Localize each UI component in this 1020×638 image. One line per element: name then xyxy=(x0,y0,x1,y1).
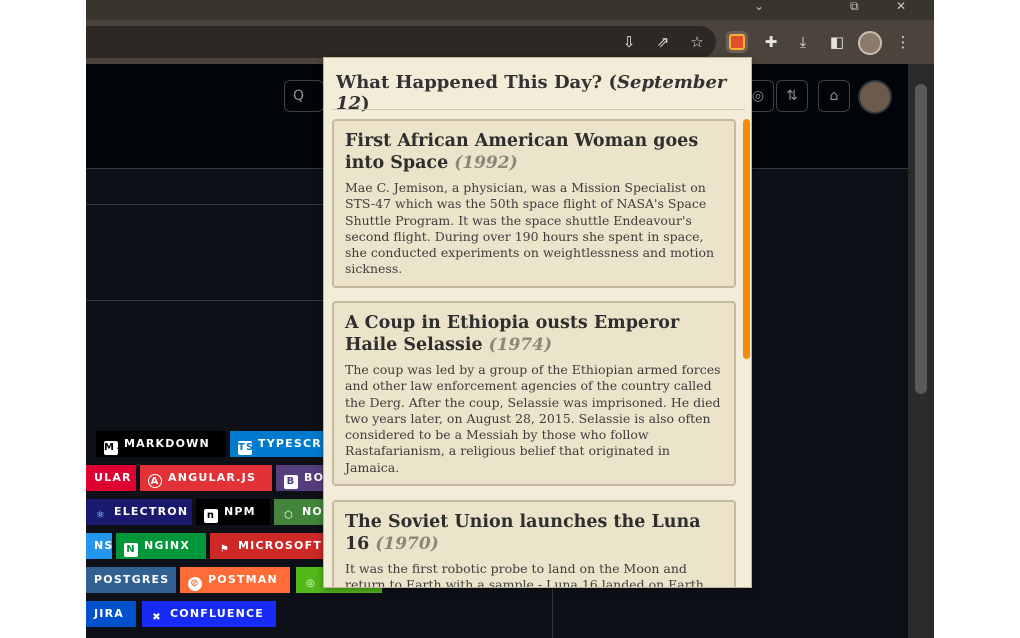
badge-label: MICROSOFT xyxy=(238,539,323,552)
badge-label: NS xyxy=(94,539,112,552)
event-card: First African American Woman goes into S… xyxy=(332,119,736,288)
badge-label: NO xyxy=(302,505,323,518)
badge-label: TYPESCR xyxy=(258,437,322,450)
nginx-icon: N xyxy=(124,543,138,557)
badge-label: MARKDOWN xyxy=(124,437,210,450)
divider xyxy=(332,109,745,110)
microsoft-icon: ⚑ xyxy=(219,544,231,555)
restore-icon[interactable]: ⧉ xyxy=(850,0,859,12)
inbox-icon[interactable]: ⌂ xyxy=(818,80,850,112)
event-title: The Soviet Union launches the Luna 16 (19… xyxy=(345,511,724,555)
event-description: Mae C. Jemison, a physician, was a Missi… xyxy=(345,180,715,277)
event-title-text: First African American Woman goes into S… xyxy=(345,131,699,173)
badge-markdown[interactable]: M↓MARKDOWN xyxy=(96,431,226,457)
puzzle-icon[interactable]: ✚ xyxy=(760,31,782,53)
badge-npm[interactable]: n NPM xyxy=(196,499,270,525)
badge-label: POSTGRES xyxy=(94,573,170,586)
markdown-icon: M↓ xyxy=(104,441,125,455)
event-title: First African American Woman goes into S… xyxy=(345,130,724,174)
star-icon[interactable]: ☆ xyxy=(686,31,708,53)
badge-label: NGINX xyxy=(144,539,191,552)
badge-label: JIRA xyxy=(94,607,124,620)
badge-postgres[interactable]: POSTGRES xyxy=(86,567,176,593)
event-description: The coup was led by a group of the Ethio… xyxy=(345,362,721,475)
badge-label: ELECTRON xyxy=(114,505,189,518)
title-bar: ⌄ ⧉ ✕ xyxy=(86,0,934,20)
badge-microsoft[interactable]: ⚑ MICROSOFT xyxy=(210,533,326,559)
badge-label: ULAR xyxy=(94,471,132,484)
popup-title: What Happened This Day? (September 12) xyxy=(336,72,741,114)
angular-icon: A xyxy=(148,474,162,488)
badge-electron[interactable]: ⚛ ELECTRON xyxy=(86,499,192,525)
events-list[interactable]: First African American Woman goes into S… xyxy=(332,119,737,588)
event-year: (1992) xyxy=(454,153,518,173)
badge-label: BO xyxy=(304,471,325,484)
pull-request-icon[interactable]: ⇅ xyxy=(776,80,808,112)
nodejs-icon: ⬡ xyxy=(284,510,294,521)
close-icon[interactable]: ✕ xyxy=(896,0,906,12)
typescript-icon: TS xyxy=(238,441,255,455)
badge-nginx[interactable]: N NGINX xyxy=(116,533,206,559)
npm-icon: n xyxy=(204,509,218,523)
badge-docker[interactable]: NS xyxy=(86,533,112,559)
spring-icon: ◎ xyxy=(306,578,316,589)
event-card: A Coup in Ethiopia ousts Emperor Haile S… xyxy=(332,301,736,487)
bootstrap-icon: B xyxy=(284,475,298,489)
side-panel-icon[interactable]: ◧ xyxy=(826,31,848,53)
badge-label: NPM xyxy=(224,505,256,518)
postman-icon: ⊘ xyxy=(188,577,202,591)
extension-active-icon[interactable] xyxy=(726,31,748,53)
badge-jira[interactable]: JIRA xyxy=(86,601,136,627)
confluence-icon: ✖ xyxy=(152,612,162,623)
event-description: It was the first robotic probe to land o… xyxy=(345,561,708,588)
divider xyxy=(86,204,326,205)
badge-label: ANGULAR.JS xyxy=(168,471,257,484)
scrollbar-thumb[interactable] xyxy=(915,84,927,394)
divider xyxy=(86,300,326,301)
event-card: The Soviet Union launches the Luna 16 (19… xyxy=(332,500,736,588)
popup-scrollbar[interactable] xyxy=(743,119,750,359)
event-title: A Coup in Ethiopia ousts Emperor Haile S… xyxy=(345,312,724,356)
install-icon[interactable]: ⇩ xyxy=(618,31,640,53)
share-icon[interactable]: ⇗ xyxy=(652,31,674,53)
avatar[interactable] xyxy=(858,80,892,114)
badge-label: POSTMAN xyxy=(208,573,278,586)
download-icon[interactable]: ⤓ xyxy=(792,31,814,53)
badge-postman[interactable]: ⊘ POSTMAN xyxy=(180,567,290,593)
search-input[interactable]: Q xyxy=(284,80,324,112)
badge-bootstrap[interactable]: B BO xyxy=(276,465,326,491)
page-scrollbar[interactable] xyxy=(908,64,934,638)
electron-icon: ⚛ xyxy=(95,510,107,521)
menu-icon[interactable]: ⋮ xyxy=(892,31,914,53)
badge-typescript[interactable]: TS TYPESCR xyxy=(230,431,326,457)
badge-nodejs[interactable]: ⬡ NO xyxy=(274,499,326,525)
profile-avatar[interactable] xyxy=(858,31,882,55)
extension-popup: What Happened This Day? (September 12) F… xyxy=(323,57,752,588)
badge-label: CONFLUENCE xyxy=(170,607,265,620)
title-prefix: What Happened This Day? ( xyxy=(336,72,618,93)
search-icon: Q xyxy=(293,88,305,104)
event-year: (1974) xyxy=(488,335,553,355)
badge-confluence[interactable]: ✖ CONFLUENCE xyxy=(142,601,276,627)
chevron-down-icon[interactable]: ⌄ xyxy=(754,0,764,12)
title-suffix: ) xyxy=(361,93,370,114)
event-year: (1970) xyxy=(375,534,439,554)
badge-angularjs[interactable]: A ANGULAR.JS xyxy=(140,465,272,491)
badge-angular[interactable]: ULAR xyxy=(86,465,136,491)
